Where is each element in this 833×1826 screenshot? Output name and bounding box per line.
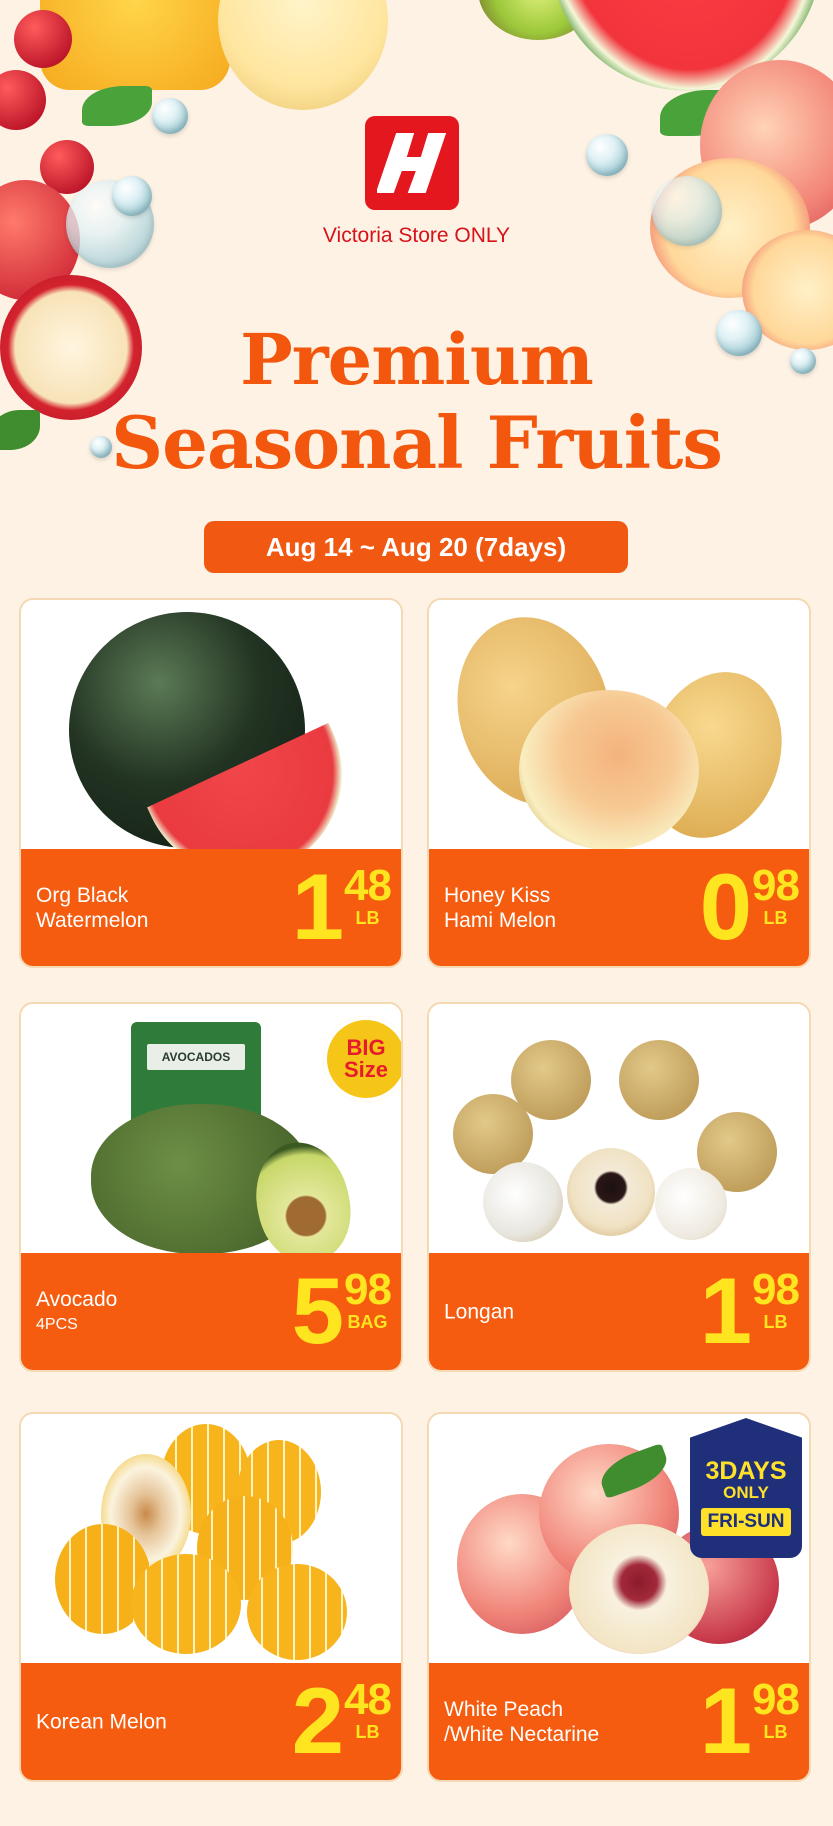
price-cents: 48 (344, 1675, 392, 1724)
price-whole: 1 (291, 854, 344, 959)
store-line: Victoria Store ONLY (322, 224, 511, 247)
water-droplet (112, 176, 152, 216)
product-name: Honey Kiss Hami Melon (444, 883, 557, 932)
product-card-korean-melon[interactable]: Korean Melon 2 48 LB (19, 1412, 403, 1782)
longan-peeled-image (483, 1162, 563, 1242)
price-unit: LB (763, 908, 788, 928)
product-photo (21, 1414, 401, 1667)
price-whole: 0 (699, 854, 752, 959)
price-band: Org Black Watermelon 1 48 LB (21, 849, 401, 966)
price-band: Honey Kiss Hami Melon 0 98 LB (429, 849, 809, 966)
leaf-decoration (82, 86, 152, 126)
price-whole: 1 (699, 1258, 752, 1363)
price: 1 98 LB (699, 1258, 800, 1363)
big-size-badge: BIG Size (323, 1016, 401, 1102)
price-whole: 2 (291, 1668, 344, 1773)
product-name: Avocado 4PCS (36, 1287, 118, 1333)
price-unit: LB (355, 908, 380, 928)
peach-half-image (569, 1524, 709, 1654)
price-whole: 1 (699, 1668, 752, 1773)
water-droplet (586, 134, 628, 176)
price: 0 98 LB (699, 854, 800, 959)
product-card-hami-melon[interactable]: Honey Kiss Hami Melon 0 98 LB (427, 598, 811, 968)
store-logo (365, 116, 459, 210)
bag-label: AVOCADOS (147, 1044, 245, 1070)
product-card-longan[interactable]: Longan 1 98 LB (427, 1002, 811, 1372)
price: 1 98 LB (699, 1668, 800, 1773)
price-band: White Peach/White Nectarine 1 98 LB (429, 1663, 809, 1780)
product-card-avocado[interactable]: AVOCADOS BIG Size Avocado 4PCS 5 98 BAG (19, 1002, 403, 1372)
price-cents: 98 (752, 1265, 800, 1314)
price-whole: 5 (291, 1258, 344, 1363)
product-name: Org Black Watermelon (36, 883, 149, 932)
price-unit: LB (763, 1722, 788, 1742)
price-cents: 98 (344, 1265, 392, 1314)
korean-melon-image (247, 1564, 347, 1660)
headline-line1: Premium (240, 318, 594, 401)
headline-line2: Seasonal Fruits (111, 400, 723, 485)
price-unit: BAG (347, 1312, 388, 1332)
longan-peeled-image (655, 1168, 727, 1240)
product-photo (21, 600, 401, 908)
product-name: White Peach/White Nectarine (444, 1697, 600, 1746)
date-range-badge: Aug 14 ~ Aug 20 (7days) (204, 521, 628, 573)
melon-half-image (519, 690, 699, 850)
h-logo-icon (377, 133, 447, 193)
flyer-page: Victoria Store ONLY Premium Seasonal Fru… (0, 0, 833, 1826)
longan-seed-image (567, 1148, 655, 1236)
water-droplet (152, 98, 188, 134)
price-band: Korean Melon 2 48 LB (21, 1663, 401, 1780)
price: 1 48 LB (291, 854, 392, 959)
cherry-decoration (14, 10, 72, 68)
cherry-decoration (0, 70, 46, 130)
price-band: Avocado 4PCS 5 98 BAG (21, 1253, 401, 1370)
price: 2 48 LB (291, 1668, 392, 1773)
price-cents: 98 (752, 861, 800, 910)
product-name: Longan (444, 1300, 515, 1323)
price-unit: LB (355, 1722, 380, 1742)
price: 5 98 BAG (291, 1258, 392, 1363)
korean-melon-image (131, 1554, 241, 1654)
price-band: Longan 1 98 LB (429, 1253, 809, 1370)
product-name: Korean Melon (36, 1710, 167, 1733)
price-unit: LB (763, 1312, 788, 1332)
three-days-only-badge: 3DAYS ONLY FRI-SUN (690, 1418, 802, 1558)
product-photo (429, 600, 809, 858)
cantaloupe-decoration (218, 0, 388, 110)
price-cents: 48 (344, 861, 392, 910)
longan-image (619, 1040, 699, 1120)
product-photo (429, 1004, 809, 1257)
price-cents: 98 (752, 1675, 800, 1724)
product-card-watermelon[interactable]: Org Black Watermelon 1 48 LB (19, 598, 403, 968)
